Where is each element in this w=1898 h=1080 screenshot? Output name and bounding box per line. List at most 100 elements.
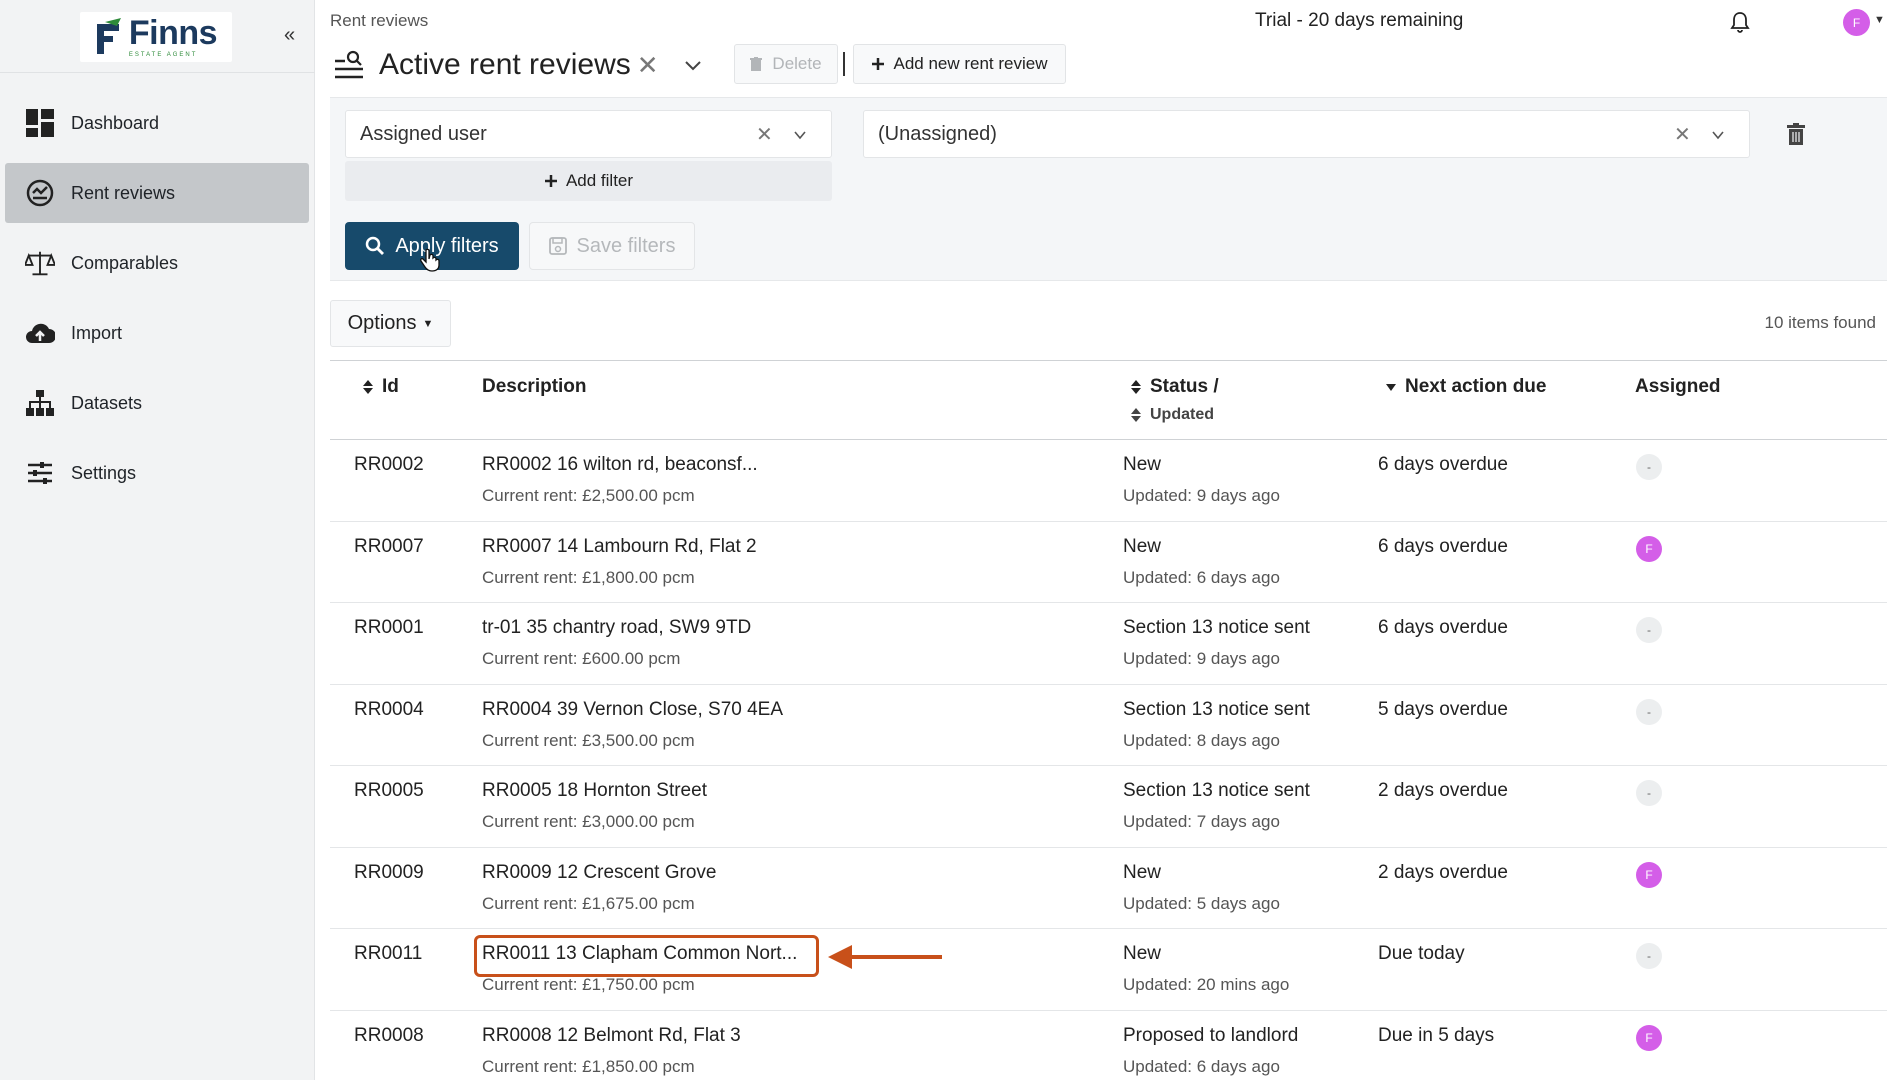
clear-value-icon[interactable]: ✕: [1674, 122, 1691, 147]
chevron-down-icon[interactable]: [683, 55, 703, 75]
row-description-link[interactable]: RR0005 18 Hornton Street: [482, 780, 707, 802]
add-rent-review-button[interactable]: Add new rent review: [853, 44, 1066, 84]
page-title: Active rent reviews: [379, 48, 631, 81]
filter-value-select[interactable]: (Unassigned) ✕: [863, 110, 1750, 158]
close-view-button[interactable]: ✕: [637, 50, 659, 81]
logo-mark-icon: [96, 18, 121, 54]
hand-cursor-icon: [420, 248, 440, 272]
sidebar-item-comparables[interactable]: Comparables: [5, 233, 309, 293]
column-header-next-action[interactable]: Next action due: [1385, 376, 1546, 398]
filter-field-value: Assigned user: [360, 122, 487, 145]
column-label: Next action due: [1405, 376, 1547, 397]
cloud-upload-icon: [25, 318, 55, 348]
table-row[interactable]: RR0001 tr-01 35 chantry road, SW9 9TD Cu…: [330, 603, 1887, 685]
column-header-description: Description: [482, 376, 587, 398]
clear-field-icon[interactable]: ✕: [756, 122, 773, 147]
row-next-action: 5 days overdue: [1378, 698, 1508, 720]
sidebar-item-settings[interactable]: Settings: [5, 443, 309, 503]
row-status: New: [1123, 943, 1162, 964]
row-description-link[interactable]: tr-01 35 chantry road, SW9 9TD: [482, 617, 751, 639]
finns-logo[interactable]: Finns ESTATE AGENT: [80, 12, 232, 62]
scales-icon: [25, 248, 55, 278]
row-assigned-avatar[interactable]: F: [1636, 1024, 1662, 1051]
table-row[interactable]: RR0007 RR0007 14 Lambourn Rd, Flat 2 Cur…: [330, 522, 1887, 603]
plus-icon: [872, 58, 885, 70]
row-description-link[interactable]: RR0008 12 Belmont Rd, Flat 3: [482, 1025, 741, 1047]
bell-icon[interactable]: [1728, 10, 1752, 34]
filter-field-select[interactable]: Assigned user ✕: [345, 110, 832, 158]
sidebar-nav: Dashboard Rent reviews Comparables Impor…: [5, 93, 309, 513]
row-current-rent: Current rent: £1,675.00 pcm: [482, 893, 695, 913]
items-found-count: 10 items found: [1764, 313, 1876, 332]
list-search-icon: [335, 50, 363, 79]
table-body: RR0002 RR0002 16 wilton rd, beaconsf... …: [330, 440, 1887, 1080]
sort-icon: [1131, 408, 1141, 422]
row-id: RR0007: [354, 535, 424, 557]
sidebar-divider: [0, 72, 315, 73]
chevron-down-icon[interactable]: [792, 127, 808, 143]
table-row[interactable]: RR0005 RR0005 18 Hornton Street Current …: [330, 766, 1887, 848]
row-status: Section 13 notice sent: [1123, 698, 1310, 720]
sidebar: Finns ESTATE AGENT « Dashboard Rent revi…: [0, 0, 315, 1080]
row-assigned-avatar[interactable]: -: [1636, 780, 1662, 806]
save-filters-button[interactable]: Save filters: [529, 222, 695, 270]
table-row[interactable]: RR0004 RR0004 39 Vernon Close, S70 4EA C…: [330, 685, 1887, 766]
row-current-rent: Current rent: £3,000.00 pcm: [482, 812, 695, 831]
sidebar-item-import[interactable]: Import: [5, 303, 309, 363]
column-header-id[interactable]: Id: [362, 376, 399, 398]
row-status: Proposed to landlord: [1123, 1024, 1299, 1046]
collapse-sidebar-button[interactable]: «: [284, 24, 295, 47]
row-description-link[interactable]: RR0007 14 Lambourn Rd, Flat 2: [482, 536, 757, 558]
delete-button[interactable]: Delete: [734, 44, 838, 84]
arrow-left-icon: [828, 945, 942, 969]
chevron-down-icon[interactable]: ▼: [1874, 14, 1885, 26]
sidebar-item-datasets[interactable]: Datasets: [5, 373, 309, 433]
row-updated: Updated: 9 days ago: [1123, 649, 1280, 668]
row-description-link[interactable]: RR0002 16 wilton rd, beaconsf...: [482, 454, 758, 476]
breadcrumb[interactable]: Rent reviews: [330, 11, 428, 31]
row-updated: Updated: 6 days ago: [1123, 1056, 1280, 1076]
sidebar-item-label: Rent reviews: [71, 182, 176, 203]
apply-filters-label: Apply filters: [395, 234, 499, 257]
logo-subtitle: ESTATE AGENT: [128, 52, 198, 58]
row-current-rent: Current rent: £1,800.00 pcm: [482, 567, 695, 587]
row-status: Section 13 notice sent: [1123, 617, 1310, 638]
table-row[interactable]: RR0009 RR0009 12 Crescent Grove Current …: [330, 848, 1887, 929]
options-dropdown[interactable]: Options ▼: [330, 300, 451, 347]
trash-icon: [750, 57, 763, 71]
table-header: Id Description Status / Updated Next act…: [330, 360, 1887, 440]
row-assigned-avatar[interactable]: -: [1636, 698, 1662, 725]
highlight-annotation-box: [474, 935, 819, 977]
row-assigned-avatar[interactable]: -: [1636, 454, 1662, 480]
row-assigned-avatar[interactable]: F: [1636, 861, 1662, 888]
row-assigned-avatar[interactable]: -: [1636, 617, 1662, 643]
table-row[interactable]: RR0008 RR0008 12 Belmont Rd, Flat 3 Curr…: [330, 1011, 1887, 1080]
row-current-rent: Current rent: £600.00 pcm: [482, 649, 681, 668]
table-row[interactable]: RR0002 RR0002 16 wilton rd, beaconsf... …: [330, 440, 1887, 522]
filter-value: (Unassigned): [878, 122, 997, 145]
remove-filter-trash-icon[interactable]: [1786, 123, 1806, 145]
row-assigned-avatar[interactable]: F: [1636, 535, 1662, 562]
row-next-action: 6 days overdue: [1378, 617, 1508, 638]
filter-panel: Assigned user ✕ (Unassigned) ✕ Add filte…: [330, 97, 1887, 281]
sidebar-item-label: Comparables: [71, 252, 179, 273]
rent-reviews-icon: [25, 178, 55, 208]
add-filter-button[interactable]: Add filter: [345, 161, 832, 201]
column-header-status[interactable]: Status /: [1130, 376, 1219, 398]
row-description-link[interactable]: RR0004 39 Vernon Close, S70 4EA: [482, 699, 783, 721]
sidebar-item-label: Dashboard: [71, 112, 160, 133]
sidebar-item-dashboard[interactable]: Dashboard: [5, 93, 309, 153]
row-assigned-avatar[interactable]: -: [1636, 943, 1662, 969]
column-header-assigned: Assigned: [1635, 376, 1721, 398]
chevron-down-icon[interactable]: [1710, 127, 1726, 143]
logo-name: Finns: [128, 14, 218, 52]
sidebar-item-label: Import: [71, 322, 123, 343]
row-current-rent: Current rent: £3,500.00 pcm: [482, 730, 695, 750]
row-id: RR0009: [354, 861, 424, 883]
sitemap-icon: [25, 388, 55, 418]
sidebar-item-rent-reviews[interactable]: Rent reviews: [5, 163, 309, 223]
user-avatar[interactable]: F: [1843, 9, 1870, 36]
row-description-link[interactable]: RR0009 12 Crescent Grove: [482, 862, 716, 884]
column-header-updated[interactable]: Updated: [1130, 406, 1214, 424]
delete-label: Delete: [772, 54, 822, 73]
